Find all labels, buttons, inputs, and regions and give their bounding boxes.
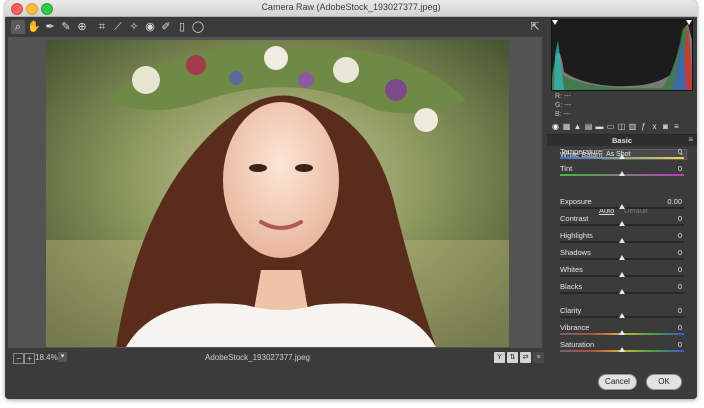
histogram-g-readout: G: ---: [555, 102, 572, 109]
exposure-label: Exposure: [560, 197, 592, 206]
white-balance-tool-icon[interactable]: ✒: [43, 20, 57, 34]
tint-label: Tint: [560, 164, 573, 173]
histogram-r-readout: R: ---: [555, 93, 571, 100]
clarity-value[interactable]: 0: [678, 306, 682, 315]
histogram-graph: [552, 20, 692, 90]
hand-tool-icon[interactable]: ✋: [27, 20, 41, 34]
blacks-slider[interactable]: Blacks 0: [560, 282, 684, 296]
blacks-label: Blacks: [560, 282, 583, 291]
highlights-value[interactable]: 0: [678, 231, 682, 240]
histogram: [551, 19, 693, 91]
toggle-default-button[interactable]: ≡: [533, 352, 544, 363]
saturation-thumb[interactable]: [619, 347, 625, 352]
status-bar: − + 18.4% ▾ AdobeStock_193027377.jpeg Y …: [5, 349, 545, 367]
radial-filter-tool-icon[interactable]: ◯: [191, 20, 205, 34]
exposure-slider[interactable]: Exposure 0.00: [560, 197, 684, 211]
preview-area: [8, 37, 542, 348]
swap-settings-button[interactable]: ⇅: [507, 352, 518, 363]
temperature-value[interactable]: 0: [678, 147, 682, 156]
whites-value[interactable]: 0: [678, 265, 682, 274]
file-name: AdobeStock_193027377.jpeg: [205, 353, 310, 362]
clarity-label: Clarity: [560, 306, 582, 315]
portrait-photo: [46, 40, 509, 347]
vibrance-slider[interactable]: Vibrance 0: [560, 323, 684, 337]
shadows-slider[interactable]: Shadows 0: [560, 248, 684, 262]
exposure-thumb[interactable]: [619, 204, 625, 209]
graduated-filter-tool-icon[interactable]: ▯: [175, 20, 189, 34]
panel-menu-tab-icon[interactable]: ≡: [672, 122, 681, 132]
cancel-button[interactable]: Cancel: [598, 374, 637, 390]
saturation-value[interactable]: 0: [678, 340, 682, 349]
panel-title: Basic: [611, 136, 632, 145]
window-title: Camera Raw (AdobeStock_193027377.jpeg): [261, 2, 441, 12]
targeted-adjustment-tool-icon[interactable]: ⊕: [75, 20, 89, 34]
tint-thumb[interactable]: [619, 171, 625, 176]
snapshots-tab-icon[interactable]: ◙: [661, 122, 670, 132]
panel-header: Basic ≡: [547, 134, 697, 146]
zoom-tool-icon[interactable]: ⌕: [11, 20, 25, 34]
whites-label: Whites: [560, 265, 583, 274]
highlights-thumb[interactable]: [619, 238, 625, 243]
split-toning-tab-icon[interactable]: ▬: [595, 122, 604, 132]
histogram-b-readout: B: ---: [555, 111, 571, 118]
lens-corrections-tab-icon[interactable]: ▭: [606, 122, 615, 132]
vibrance-thumb[interactable]: [619, 330, 625, 335]
adjustments-panel: R: --- G: --- B: --- ◉ ▦ ▲ ▤ ▬ ▭ ◫ ▥ ƒ x…: [547, 17, 697, 367]
panel-tabs: ◉ ▦ ▲ ▤ ▬ ▭ ◫ ▥ ƒ x ◙ ≡: [547, 122, 697, 133]
ok-button[interactable]: OK: [646, 374, 682, 390]
color-sampler-tool-icon[interactable]: ✎: [59, 20, 73, 34]
exposure-value[interactable]: 0.00: [667, 197, 682, 206]
highlights-label: Highlights: [560, 231, 593, 240]
transform-tab-icon[interactable]: ◫: [617, 122, 626, 132]
basic-tab-icon[interactable]: ◉: [551, 122, 560, 132]
adjustment-brush-tool-icon[interactable]: ✐: [159, 20, 173, 34]
saturation-label: Saturation: [560, 340, 595, 349]
crop-tool-icon[interactable]: ⌗: [95, 20, 109, 34]
temperature-slider[interactable]: Temperature 0: [560, 147, 684, 161]
temperature-label: Temperature: [560, 147, 603, 156]
shadows-label: Shadows: [560, 248, 591, 257]
whites-thumb[interactable]: [619, 272, 625, 277]
zoom-dropdown[interactable]: ▾: [58, 352, 67, 362]
panel-menu-icon[interactable]: ≡: [688, 135, 693, 144]
hsl-tab-icon[interactable]: ▤: [584, 122, 593, 132]
title-bar: Camera Raw (AdobeStock_193027377.jpeg): [5, 0, 697, 17]
highlights-slider[interactable]: Highlights 0: [560, 231, 684, 245]
camera-calibration-tab-icon[interactable]: ƒ: [639, 122, 648, 132]
before-after-toggle-button[interactable]: Y: [494, 352, 505, 363]
tone-curve-tab-icon[interactable]: ▦: [562, 122, 571, 132]
vibrance-value[interactable]: 0: [678, 323, 682, 332]
zoom-level: 18.4%: [35, 353, 58, 362]
open-preferences-icon[interactable]: ⇱: [528, 20, 542, 34]
saturation-slider[interactable]: Saturation 0: [560, 340, 684, 354]
tint-slider[interactable]: Tint 0: [560, 164, 684, 178]
blacks-value[interactable]: 0: [678, 282, 682, 291]
dialog-footer: Cancel OK: [5, 367, 697, 399]
vibrance-label: Vibrance: [560, 323, 590, 332]
contrast-slider[interactable]: Contrast 0: [560, 214, 684, 228]
contrast-thumb[interactable]: [619, 221, 625, 226]
contrast-value[interactable]: 0: [678, 214, 682, 223]
copy-settings-button[interactable]: ⇄: [520, 352, 531, 363]
effects-tab-icon[interactable]: ▥: [628, 122, 637, 132]
temperature-thumb[interactable]: [619, 154, 625, 159]
red-eye-tool-icon[interactable]: ◉: [143, 20, 157, 34]
shadows-thumb[interactable]: [619, 255, 625, 260]
whites-slider[interactable]: Whites 0: [560, 265, 684, 279]
zoom-out-button[interactable]: −: [13, 353, 24, 364]
clarity-slider[interactable]: Clarity 0: [560, 306, 684, 320]
blacks-thumb[interactable]: [619, 289, 625, 294]
zoom-in-button[interactable]: +: [24, 353, 35, 364]
toolbar: ⌕ ✋ ✒ ✎ ⊕ ⌗ ⟋ ✧ ◉ ✐ ▯ ◯: [5, 17, 545, 37]
tint-value[interactable]: 0: [678, 164, 682, 173]
shadows-value[interactable]: 0: [678, 248, 682, 257]
photo-preview[interactable]: [46, 40, 509, 347]
spot-removal-tool-icon[interactable]: ✧: [127, 20, 141, 34]
detail-tab-icon[interactable]: ▲: [573, 122, 582, 132]
presets-tab-icon[interactable]: x: [650, 122, 659, 132]
straighten-tool-icon[interactable]: ⟋: [111, 20, 125, 34]
clarity-thumb[interactable]: [619, 313, 625, 318]
contrast-label: Contrast: [560, 214, 589, 223]
camera-raw-window: Camera Raw (AdobeStock_193027377.jpeg) ⌕…: [5, 0, 697, 399]
